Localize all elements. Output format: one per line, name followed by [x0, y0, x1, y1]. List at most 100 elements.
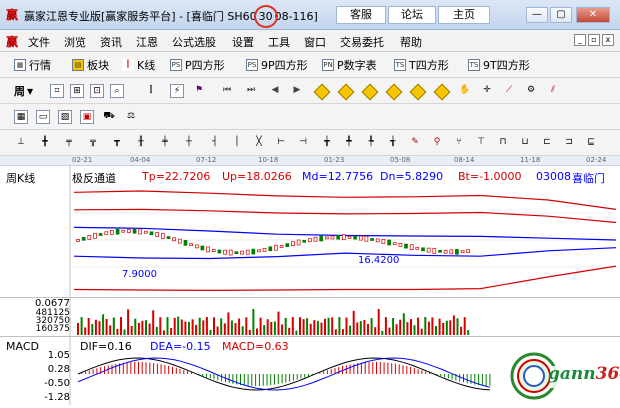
menu-formula-select[interactable]: 公式选股: [172, 34, 216, 50]
line-tool-12-icon[interactable]: ⊢: [274, 136, 288, 150]
volume-bar: [137, 322, 140, 335]
line-tool-4-icon[interactable]: ╦: [86, 136, 100, 150]
pencil-icon[interactable]: ✎: [408, 136, 422, 150]
mdi-restore-button[interactable]: ▫: [588, 34, 600, 46]
stats-icon[interactable]: ⫽: [546, 84, 560, 98]
line-tool-7-icon[interactable]: ╪: [158, 136, 172, 150]
p-number-table-button[interactable]: PN P数字表: [322, 57, 377, 73]
calc-icon[interactable]: ▦: [14, 110, 28, 124]
minimize-button[interactable]: —: [526, 7, 548, 23]
mdi-minimize-button[interactable]: _: [574, 34, 586, 46]
volume-bar: [87, 318, 90, 335]
9p-square-button[interactable]: PS 9P四方形: [246, 57, 308, 73]
restore-button[interactable]: ▢: [550, 7, 572, 23]
volume-bar: [209, 330, 212, 335]
p-square-button[interactable]: PS P四方形: [170, 57, 225, 73]
menu-window[interactable]: 窗口: [304, 34, 326, 50]
line-tool-13-icon[interactable]: ⊣: [296, 136, 310, 150]
save-icon[interactable]: ▣: [80, 110, 94, 124]
t-square-button[interactable]: TS T四方形: [394, 57, 449, 73]
line-tool-3-icon[interactable]: ╤: [62, 136, 76, 150]
line-tool-16-icon[interactable]: ╄: [364, 136, 378, 150]
line-tool-11-icon[interactable]: ╳: [252, 136, 266, 150]
crosshair-icon[interactable]: ✛: [480, 84, 494, 98]
monitor-icon[interactable]: ▭: [36, 110, 50, 124]
forum-button[interactable]: 论坛: [388, 6, 436, 24]
menu-settings[interactable]: 设置: [232, 34, 254, 50]
line-tool-20-icon[interactable]: ⊔: [518, 136, 532, 150]
line-tool-15-icon[interactable]: ╇: [342, 136, 356, 150]
volume-bar: [259, 317, 262, 335]
volume-bar: [460, 326, 463, 335]
line-tool-21-icon[interactable]: ⊏: [540, 136, 554, 150]
quotes-button[interactable]: ▦ 行情: [14, 57, 51, 73]
line-tool-6-icon[interactable]: ╫: [134, 136, 148, 150]
menu-tools[interactable]: 工具: [268, 34, 290, 50]
candle-icon[interactable]: ⫿: [144, 84, 158, 98]
line-tool-19-icon[interactable]: ⊓: [496, 136, 510, 150]
volume-bar: [116, 328, 119, 335]
diamond-tool-5-icon[interactable]: [409, 83, 427, 101]
line-tool-10-icon[interactable]: │: [230, 136, 244, 150]
line-tool-18-icon[interactable]: ⊤: [474, 136, 488, 150]
volume-bar: [467, 330, 470, 335]
line-tool-5-icon[interactable]: ┳: [110, 136, 124, 150]
9t-square-button[interactable]: TS 9T四方形: [468, 57, 530, 73]
trend-icon[interactable]: ⟋: [502, 84, 516, 98]
pattern-icon[interactable]: ⚙: [524, 84, 538, 98]
diamond-tool-2-icon[interactable]: [337, 83, 355, 101]
line-tool-23-icon[interactable]: ⊑: [584, 136, 598, 150]
line-tool-8-icon[interactable]: ┼: [182, 136, 196, 150]
truck-icon[interactable]: ⛟: [102, 110, 116, 124]
volume-bar: [302, 319, 305, 335]
diamond-tool-3-icon[interactable]: [361, 83, 379, 101]
line-tool-22-icon[interactable]: ⊐: [562, 136, 576, 150]
scale-icon[interactable]: ⚖: [124, 110, 138, 124]
diamond-tool-1-icon[interactable]: [313, 83, 331, 101]
volume-bar: [395, 324, 398, 335]
hand-icon[interactable]: ✋: [458, 84, 472, 98]
volume-bar: [241, 326, 244, 335]
chart-icon[interactable]: ▨: [58, 110, 72, 124]
candle: [392, 242, 397, 245]
menu-trade[interactable]: 交易委托: [340, 34, 384, 50]
menu-file[interactable]: 文件: [28, 34, 50, 50]
window-title: 赢家江恩专业版[赢家服务平台] - [喜临门 SH60 30 08-116]: [24, 5, 318, 28]
next-icon[interactable]: ▶: [290, 84, 304, 98]
prev-icon[interactable]: ◀: [268, 84, 282, 98]
line-tool-9-icon[interactable]: ┤: [208, 136, 222, 150]
tool-d-icon[interactable]: ⌕: [110, 84, 124, 98]
date-label: 05-08: [390, 156, 411, 164]
customer-service-button[interactable]: 客服: [336, 6, 386, 24]
line-tool-14-icon[interactable]: ╈: [320, 136, 334, 150]
homepage-button[interactable]: 主页: [438, 6, 490, 24]
period-dropdown[interactable]: 周 ▼: [14, 83, 33, 99]
line-tool-2-icon[interactable]: ╋: [38, 136, 52, 150]
sectors-button[interactable]: ▤ 板块: [72, 57, 109, 73]
tool-c-icon[interactable]: ⊡: [90, 84, 104, 98]
date-label: 02-21: [72, 156, 93, 164]
tool-e-icon[interactable]: ⚡: [170, 84, 184, 98]
diamond-tool-4-icon[interactable]: [385, 83, 403, 101]
first-icon[interactable]: ⏮: [220, 84, 234, 98]
line-tool-17-icon[interactable]: ╅: [386, 136, 400, 150]
mdi-close-button[interactable]: x: [602, 34, 614, 46]
menu-help[interactable]: 帮助: [400, 34, 422, 50]
volume-bar: [306, 318, 309, 335]
volume-bar: [345, 317, 348, 335]
menu-gann[interactable]: 江恩: [136, 34, 158, 50]
flag-icon[interactable]: ⚑: [192, 84, 206, 98]
close-button[interactable]: ✕: [576, 7, 610, 23]
last-icon[interactable]: ⏭: [244, 84, 258, 98]
kline-button[interactable]: ┃ K线: [122, 57, 155, 73]
tool-b-icon[interactable]: ⊞: [70, 84, 84, 98]
pin-icon[interactable]: ⚲: [430, 136, 444, 150]
menu-browse[interactable]: 浏览: [64, 34, 86, 50]
menu-info[interactable]: 资讯: [100, 34, 122, 50]
diamond-tool-6-icon[interactable]: [433, 83, 451, 101]
title-prefix: 赢家江恩专业版[赢家服务平台] - [喜临门 SH60: [24, 10, 257, 23]
fork-icon[interactable]: ⑂: [452, 136, 466, 150]
line-tool-1-icon[interactable]: ⊥: [14, 136, 28, 150]
tool-a-icon[interactable]: ⌗: [50, 84, 64, 98]
candle: [291, 241, 295, 247]
